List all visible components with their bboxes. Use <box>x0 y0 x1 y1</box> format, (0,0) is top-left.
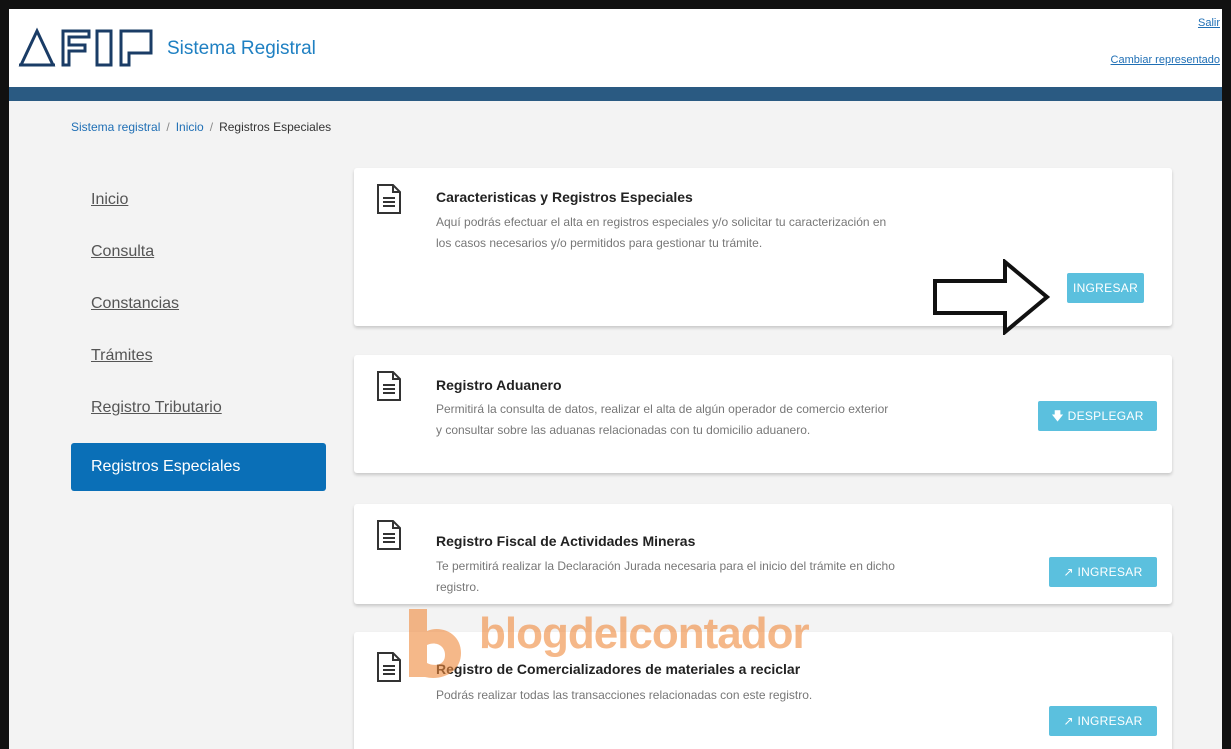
document-icon <box>377 652 401 682</box>
card-actividades-mineras: Registro Fiscal de Actividades Mineras T… <box>354 504 1172 604</box>
header-bar <box>9 87 1222 101</box>
ingresar-button[interactable]: ↗ INGRESAR <box>1049 557 1157 587</box>
card-description: Podrás realizar todas las transacciones … <box>436 688 813 702</box>
card-title: Registro Aduanero <box>436 377 562 393</box>
card-title: Registro de Comercializadores de materia… <box>436 661 801 677</box>
sidebar: Inicio Consulta Constancias Trámites Reg… <box>71 177 326 491</box>
ingresar-button[interactable]: INGRESAR <box>1067 273 1144 303</box>
card-description: Permitirá la consulta de datos, realizar… <box>436 402 889 437</box>
arrow-down-icon: 🡇 <box>1051 409 1064 423</box>
sidebar-item-registros-especiales[interactable]: Registros Especiales <box>71 443 326 491</box>
sidebar-item-registro-tributario[interactable]: Registro Tributario <box>71 385 326 437</box>
document-icon <box>377 184 401 214</box>
header: Sistema Registral Salir Cambiar represen… <box>9 9 1222 101</box>
card-description: Te permitirá realizar la Declaración Jur… <box>436 559 895 594</box>
button-label: INGRESAR <box>1077 565 1143 579</box>
afip-logo <box>18 27 153 67</box>
sidebar-item-inicio[interactable]: Inicio <box>71 177 326 229</box>
breadcrumb-separator: / <box>209 120 214 134</box>
button-label: INGRESAR <box>1077 714 1143 728</box>
change-representative-link[interactable]: Cambiar representado <box>1111 54 1220 66</box>
ingresar-button[interactable]: ↗ INGRESAR <box>1049 706 1157 736</box>
card-description: Aquí podrás efectuar el alta en registro… <box>436 215 887 250</box>
external-link-icon: ↗ <box>1063 714 1074 728</box>
sidebar-item-tramites[interactable]: Trámites <box>71 333 326 385</box>
breadcrumb: Sistema registral / Inicio / Registros Espec… <box>71 120 331 134</box>
desplegar-button[interactable]: 🡇 DESPLEGAR <box>1038 401 1157 431</box>
annotation-arrow-icon <box>933 259 1051 335</box>
external-link-icon: ↗ <box>1063 565 1074 579</box>
app-frame: Sistema Registral Salir Cambiar represen… <box>0 0 1231 749</box>
logout-link[interactable]: Salir <box>1198 17 1220 29</box>
card-title: Caracteristicas y Registros Especiales <box>436 189 693 205</box>
card-registro-aduanero: Registro Aduanero Permitirá la consulta … <box>354 355 1172 473</box>
card-title: Registro Fiscal de Actividades Mineras <box>436 533 696 549</box>
sidebar-item-constancias[interactable]: Constancias <box>71 281 326 333</box>
sidebar-item-consulta[interactable]: Consulta <box>71 229 326 281</box>
document-icon <box>377 520 401 550</box>
document-icon <box>377 371 401 401</box>
app-title: Sistema Registral <box>167 38 316 59</box>
breadcrumb-link-sistema[interactable]: Sistema registral <box>71 120 160 134</box>
breadcrumb-separator: / <box>166 120 170 134</box>
button-label: DESPLEGAR <box>1067 409 1144 423</box>
breadcrumb-link-inicio[interactable]: Inicio <box>176 120 204 134</box>
breadcrumb-current: Registros Especiales <box>219 120 332 134</box>
card-comercializadores: Registro de Comercializadores de materia… <box>354 632 1172 749</box>
